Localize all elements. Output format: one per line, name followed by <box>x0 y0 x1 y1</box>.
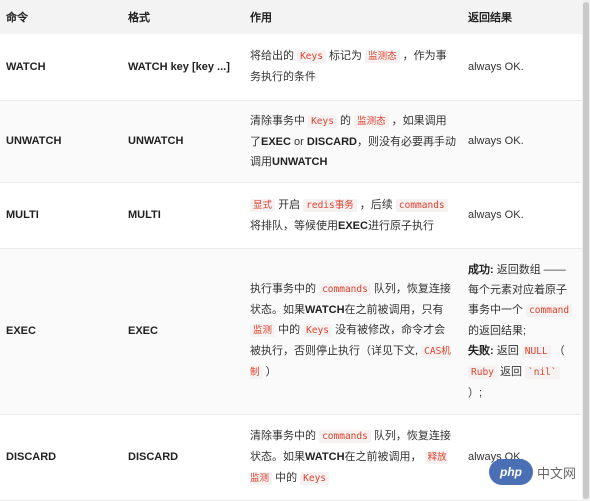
text-span: 在之前被调用， <box>344 450 425 463</box>
text-span: always OK. <box>468 135 524 147</box>
code-span: command <box>526 303 573 317</box>
text-span: 将排队，等候使用 <box>250 219 338 232</box>
return-cell: always OK. <box>462 100 582 183</box>
text-span: 标记为 <box>325 50 366 63</box>
bold-span: DISCARD <box>306 135 357 148</box>
command-cell: WATCH <box>0 34 122 101</box>
text-span: 返回 <box>496 365 526 378</box>
return-cell: 成功: 返回数组 —— 每个元素对应着原子事务中一个 command 的返回结果… <box>462 248 582 415</box>
header-return: 返回结果 <box>462 0 582 34</box>
bold-span: WATCH <box>305 450 345 463</box>
code-span: commands <box>319 429 371 443</box>
redis-transaction-commands-table: 命令 格式 作用 返回结果 WATCH WATCH key [key ...] … <box>0 0 582 501</box>
code-span: Ruby <box>468 365 497 379</box>
text-span: or <box>290 135 307 148</box>
text-span: 的返回结果; <box>468 324 527 337</box>
text-span: 执行事务中的 <box>250 283 320 295</box>
text-span: （ <box>550 344 565 357</box>
code-span: 监测 <box>250 324 276 337</box>
header-format: 格式 <box>122 0 244 34</box>
return-cell: always OK. <box>462 34 582 101</box>
vertical-scrollbar[interactable] <box>582 0 590 501</box>
command-cell: EXEC <box>0 248 122 415</box>
bold-span: EXEC <box>338 219 368 232</box>
code-span: Keys <box>300 471 330 485</box>
code-span: `nil` <box>525 365 560 379</box>
text-span: 清除事务中 <box>250 114 309 127</box>
code-span: redis事务 <box>303 198 357 212</box>
text-span: always OK. <box>468 60 524 73</box>
return-cell: always OK. <box>462 414 582 501</box>
bold-span: 失败: <box>468 344 494 357</box>
format-cell: WATCH key [key ...] <box>122 34 244 101</box>
format-cell: EXEC <box>122 248 244 415</box>
header-usage: 作用 <box>244 0 462 34</box>
usage-cell: 执行事务中的 commands 队列，恢复连接状态。如果WATCH在之前被调用，… <box>244 248 462 415</box>
bold-span: 成功: <box>468 263 494 276</box>
watermark-site-text: 中文网 <box>536 465 576 481</box>
php-logo: php <box>488 459 533 485</box>
code-span: 监测态 <box>354 114 389 128</box>
text-span: 将给出的 <box>250 50 298 63</box>
text-span: ） <box>262 366 277 378</box>
bold-span: WATCH <box>305 304 345 316</box>
code-span: Keys <box>297 50 326 64</box>
code-span: Keys <box>308 114 337 128</box>
code-span: NULL <box>521 344 551 358</box>
text-span: 开启 <box>275 198 304 211</box>
command-cell: UNWATCH <box>0 100 122 183</box>
bold-span: UNWATCH <box>272 155 328 168</box>
text-span: 在之前被调用，只有 <box>344 304 444 316</box>
command-cell: DISCARD <box>0 414 122 501</box>
code-span: 显式 <box>250 198 276 212</box>
bold-span: EXEC <box>261 135 291 148</box>
code-span: commands <box>395 198 448 212</box>
code-span: Keys <box>303 324 333 337</box>
code-span: 监测态 <box>365 50 400 64</box>
table-row: MULTI MULTI 显式 开启 redis事务 ，后续 commands 将… <box>0 182 582 249</box>
watermark: php 中文网 <box>488 459 576 485</box>
text-span: 清除事务中的 <box>250 429 320 442</box>
usage-cell: 显式 开启 redis事务 ，后续 commands 将排队，等候使用EXEC进… <box>244 182 462 249</box>
format-cell: DISCARD <box>122 414 244 501</box>
text-span: ，后续 <box>356 198 396 211</box>
format-cell: MULTI <box>122 182 244 249</box>
text-span: 返回 <box>493 344 522 357</box>
code-span: commands <box>319 283 371 296</box>
return-cell: always OK. <box>462 182 582 249</box>
table-header-row: 命令 格式 作用 返回结果 <box>0 0 582 34</box>
usage-cell: 将给出的 Keys 标记为 监测态 ，作为事务执行的条件 <box>244 34 462 101</box>
command-cell: MULTI <box>0 182 122 249</box>
text-span: 的 <box>336 114 355 127</box>
table-row: EXEC EXEC 执行事务中的 commands 队列，恢复连接状态。如果WA… <box>0 248 582 415</box>
text-span: ）; <box>468 386 483 399</box>
table-row: WATCH WATCH key [key ...] 将给出的 Keys 标记为 … <box>0 34 582 101</box>
scrollbar-thumb[interactable] <box>583 2 589 499</box>
table-row: UNWATCH UNWATCH 清除事务中 Keys 的 监测态 ，如果调用了E… <box>0 100 582 183</box>
text-span: 中的 <box>272 471 301 484</box>
format-cell: UNWATCH <box>122 100 244 183</box>
header-command: 命令 <box>0 0 122 34</box>
text-span: 中的 <box>275 324 304 336</box>
usage-cell: 清除事务中 Keys 的 监测态 ，如果调用了EXEC or DISCARD，则… <box>244 100 462 183</box>
text-span: always OK. <box>468 209 524 221</box>
usage-cell: 清除事务中的 commands 队列，恢复连接状态。如果WATCH在之前被调用，… <box>244 414 462 501</box>
text-span: 进行原子执行 <box>367 219 434 232</box>
table-row: DISCARD DISCARD 清除事务中的 commands 队列，恢复连接状… <box>0 414 582 501</box>
